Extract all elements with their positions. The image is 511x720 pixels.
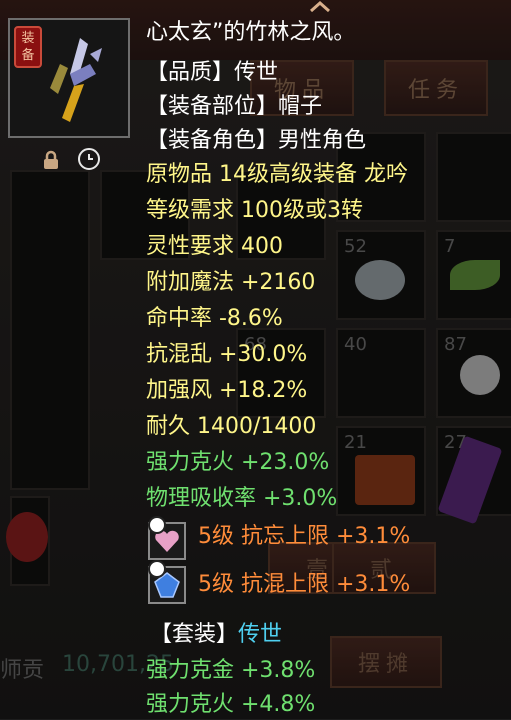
attribute-line: 附加魔法 +2160: [146, 270, 316, 295]
attribute-line: 加强风 +18.2%: [146, 378, 308, 403]
bonus-attribute-line: 物理吸收率 +3.0%: [146, 486, 338, 511]
item-name-line: 心太玄”的竹林之风。: [146, 20, 356, 45]
clock-icon: [78, 148, 100, 170]
spirit-requirement: 灵性要求 400: [146, 234, 283, 259]
quality-line: 【品质】传世: [146, 58, 278, 88]
quality-label: 【品质】: [146, 60, 235, 85]
durability-line: 耐久 1400/1400: [146, 414, 317, 439]
item-icon-frame: 装备: [8, 18, 130, 138]
lock-icon: [44, 150, 58, 169]
set-attribute-line: 强力克金 +3.8%: [146, 658, 316, 683]
attribute-line: 抗混乱 +30.0%: [146, 342, 308, 367]
equip-badge: 装备: [14, 26, 42, 68]
set-attribute-line: 强力克火 +4.8%: [146, 692, 316, 717]
bonus-attribute-line: 强力克火 +23.0%: [146, 450, 330, 475]
slot-label: 【装备部位】: [146, 94, 279, 119]
gender-value: 男性角色: [278, 128, 367, 153]
quality-value: 传世: [234, 60, 279, 85]
slot-line: 【装备部位】帽子: [146, 92, 322, 122]
gem-line: 5级 抗忘上限 +3.1%: [198, 524, 411, 549]
origin-line: 原物品 14级高级装备 龙吟: [146, 162, 408, 187]
set-line: 【套装】传世: [150, 620, 282, 650]
clock-icon: [148, 516, 166, 534]
dagger-icon: [50, 38, 102, 122]
slot-value: 帽子: [278, 94, 323, 119]
gender-line: 【装备角色】男性角色: [146, 126, 366, 156]
level-requirement: 等级需求 100级或3转: [146, 198, 363, 223]
gem-line: 5级 抗混上限 +3.1%: [198, 572, 411, 597]
chevron-up-icon[interactable]: [308, 0, 332, 12]
attribute-line: 命中率 -8.6%: [146, 306, 283, 331]
set-value: 传世: [238, 622, 283, 647]
clock-icon: [148, 560, 166, 578]
set-label: 【套装】: [150, 622, 239, 647]
gender-label: 【装备角色】: [146, 128, 279, 153]
